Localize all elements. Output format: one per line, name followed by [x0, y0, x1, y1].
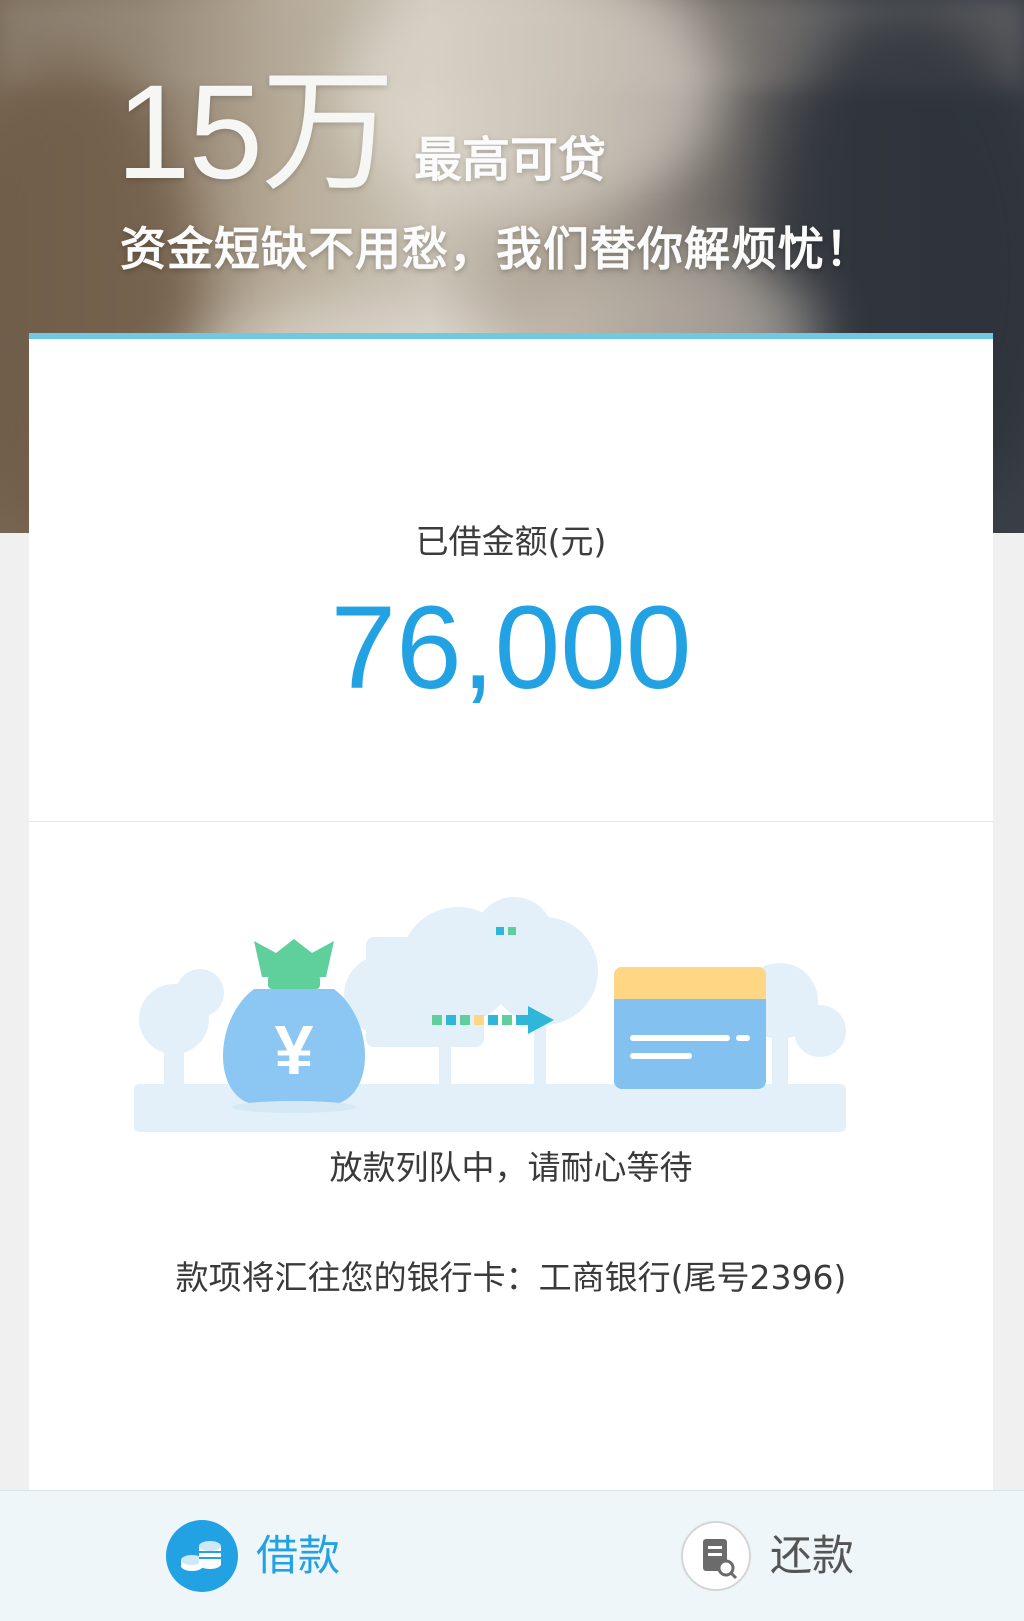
yuan-symbol: ¥: [275, 1011, 314, 1089]
tab-repay[interactable]: 还款: [680, 1491, 854, 1621]
max-loan-label: 最高可贷: [414, 132, 607, 188]
money-bag-icon: ¥: [222, 939, 366, 1113]
bank-card-info: 款项将汇往您的银行卡：工商银行(尾号2396): [175, 1258, 847, 1297]
borrowed-amount-label: 已借金额(元): [415, 522, 607, 561]
coins-icon: [166, 1520, 238, 1592]
tab-borrow-label: 借款: [256, 1531, 341, 1580]
banner-slogan: 资金短缺不用愁，我们替你解烦忧！: [120, 222, 872, 276]
bank-card-icon: [614, 967, 766, 1089]
max-loan-amount: 15万: [116, 58, 395, 207]
disbursement-status: 放款列队中，请耐心等待: [329, 1148, 693, 1187]
loan-status-card: 已借金额(元) 76,000 ¥ 放款列队中，请耐心等待 款项将汇往您的银行卡：…: [29, 333, 993, 1490]
bottom-tab-bar: 借款 还款: [0, 1490, 1024, 1621]
tab-borrow[interactable]: 借款: [166, 1491, 340, 1621]
loan-transfer-illustration: ¥: [134, 897, 846, 1132]
tab-repay-label: 还款: [770, 1531, 855, 1580]
divider: [29, 821, 993, 822]
borrowed-amount-value: 76,000: [330, 582, 692, 714]
bill-icon: [681, 1521, 751, 1591]
